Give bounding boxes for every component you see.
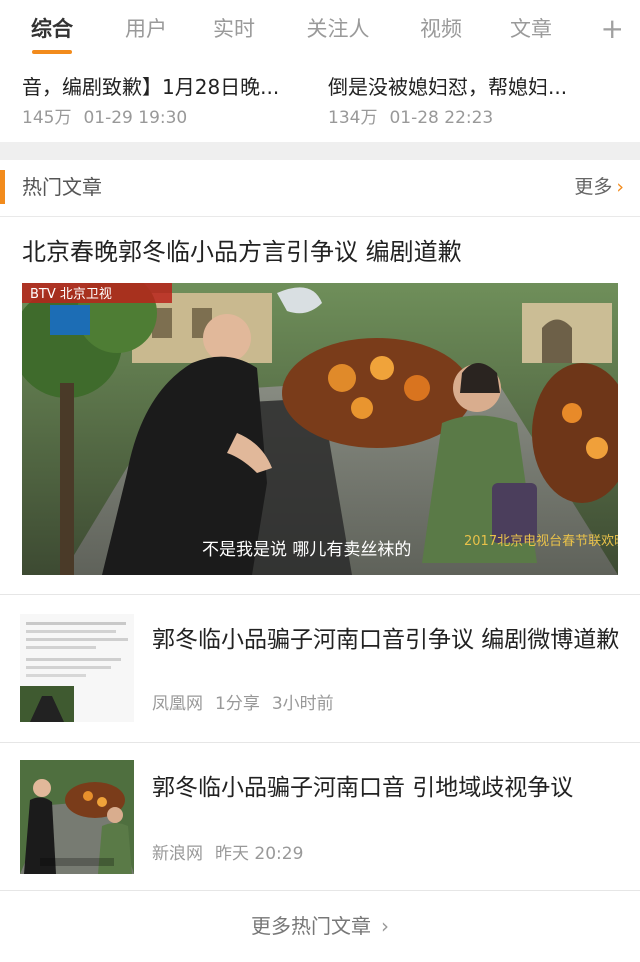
video-views: 134万 <box>328 108 378 128</box>
divider <box>0 890 640 891</box>
lead-article-image[interactable]: BTV 北京卫视 2017北京电视台春节联欢晚会 不是我是说 哪儿有卖丝袜的 <box>22 283 618 575</box>
section-accent-bar <box>0 170 5 204</box>
video-meta: 145万 01-29 19:30 <box>22 106 312 130</box>
tab-users[interactable]: 用户 <box>104 0 188 60</box>
video-title: 倒是没被媳妇怼，帮媳妇... <box>328 75 568 99</box>
article-meta: 新浪网 昨天 20:29 <box>152 842 315 866</box>
video-results-row: 音，编剧致歉】1月28日晚... 145万 01-29 19:30 倒是没被媳妇怼… <box>0 60 640 142</box>
article-time: 昨天 20:29 <box>215 844 304 864</box>
video-item[interactable]: 倒是没被媳妇怼，帮媳妇... 134万 01-28 22:23 <box>328 70 618 130</box>
video-meta: 134万 01-28 22:23 <box>328 106 618 130</box>
chevron-right-icon: › <box>616 176 624 198</box>
article-meta: 凤凰网 1分享 3小时前 <box>152 692 346 716</box>
tab-videos[interactable]: 视频 <box>398 0 484 60</box>
article-title: 郭冬临小品骗子河南口音 引地域歧视争议 <box>152 775 574 801</box>
video-item[interactable]: 音，编剧致歉】1月28日晚... 145万 01-29 19:30 <box>22 70 312 130</box>
video-time: 01-29 19:30 <box>83 108 188 128</box>
article-source: 新浪网 <box>152 844 203 864</box>
article-thumbnail <box>20 760 134 874</box>
article-title: 郭冬临小品骗子河南口音引争议 编剧微博道歉 <box>152 627 620 653</box>
video-views: 145万 <box>22 108 72 128</box>
more-link[interactable]: 更多 › <box>574 172 624 202</box>
article-source: 凤凰网 <box>152 694 203 714</box>
more-label: 更多 <box>574 176 613 198</box>
gala-watermark: 2017北京电视台春节联欢晚会 <box>464 534 618 549</box>
channel-watermark: BTV 北京卫视 <box>30 287 112 302</box>
section-title: 热门文章 <box>22 175 102 199</box>
more-hot-articles-button[interactable]: 更多热门文章 › <box>0 906 640 946</box>
hot-articles-header: 热门文章 更多 › <box>0 160 640 217</box>
chevron-right-icon: › <box>381 914 389 938</box>
tab-articles[interactable]: 文章 <box>488 0 574 60</box>
tab-comprehensive[interactable]: 综合 <box>0 0 104 60</box>
tab-followed[interactable]: 关注人 <box>290 0 386 60</box>
add-tab-icon[interactable]: + <box>601 10 624 48</box>
article-time: 3小时前 <box>271 694 334 714</box>
search-tabs: 综合 用户 实时 关注人 视频 文章 + <box>0 0 640 60</box>
more-hot-articles-label: 更多热门文章 <box>251 914 371 938</box>
article-shares: 1分享 <box>215 694 260 714</box>
lead-article-title[interactable]: 北京春晚郭冬临小品方言引争议 编剧道歉 <box>22 232 462 272</box>
video-title: 音，编剧致歉】1月28日晚... <box>22 75 280 99</box>
section-gap <box>0 142 640 160</box>
article-item[interactable]: 郭冬临小品骗子河南口音引争议 编剧微博道歉 凤凰网 1分享 3小时前 <box>0 594 640 742</box>
video-time: 01-28 22:23 <box>389 108 494 128</box>
tab-realtime[interactable]: 实时 <box>192 0 276 60</box>
video-subtitle: 不是我是说 哪儿有卖丝袜的 <box>202 540 411 560</box>
article-item[interactable]: 郭冬临小品骗子河南口音 引地域歧视争议 新浪网 昨天 20:29 <box>0 742 640 890</box>
article-thumbnail <box>20 614 134 722</box>
